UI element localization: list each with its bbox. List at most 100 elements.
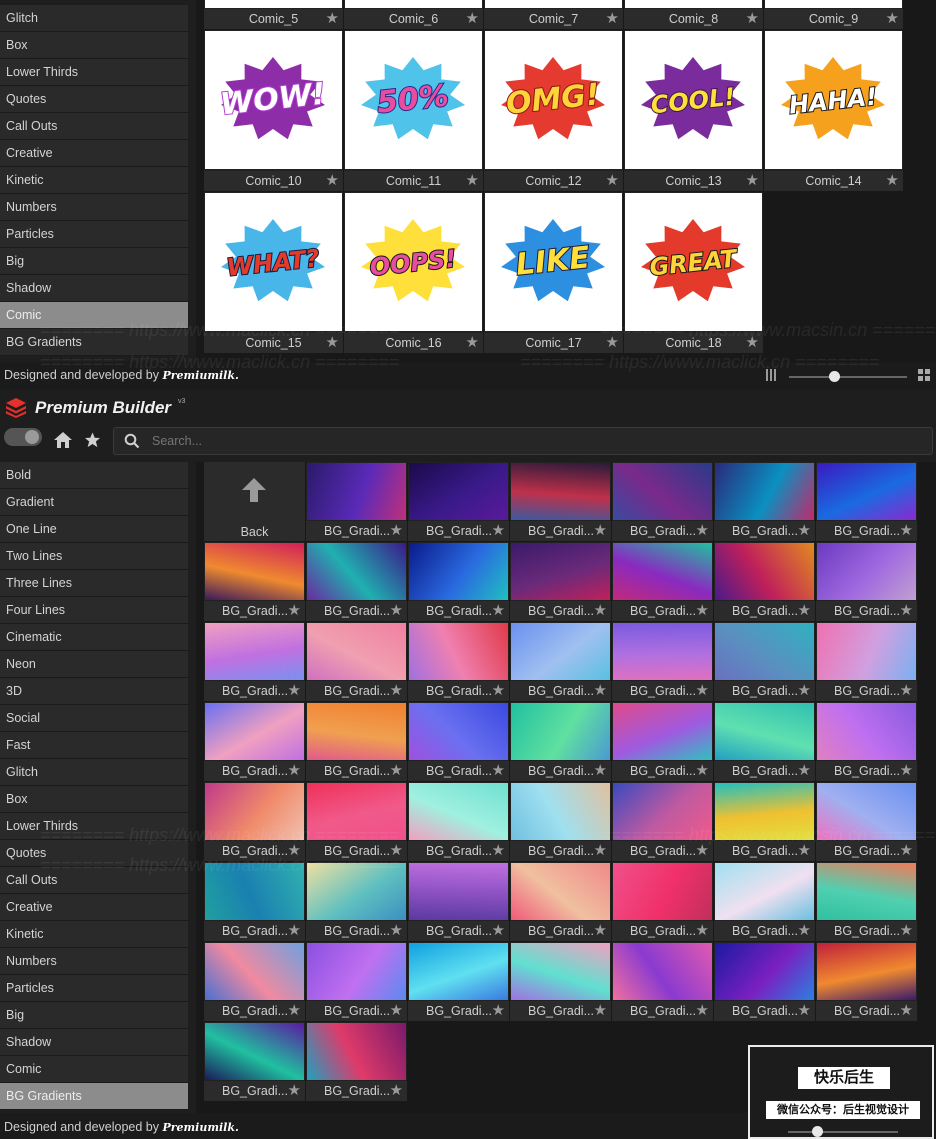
sidebar-item-box[interactable]: Box — [0, 32, 188, 59]
thumb-size-slider[interactable] — [789, 376, 907, 378]
favorite-star-icon[interactable]: ★ — [798, 1003, 811, 1019]
favorite-star-icon[interactable]: ★ — [798, 683, 811, 699]
comic-tile[interactable]: OOPS! Comic_16 ★ — [344, 192, 483, 353]
favorite-star-icon[interactable]: ★ — [288, 603, 301, 619]
bg-gradient-tile[interactable]: BG_Gradi... ★ — [306, 1022, 407, 1101]
comic-tile[interactable]: Comic_7 ★ — [484, 0, 623, 29]
comic-tile[interactable]: Comic_6 ★ — [344, 0, 483, 29]
back-tile[interactable]: Back — [204, 462, 305, 541]
sidebar-item-two-lines[interactable]: Two Lines — [0, 543, 188, 570]
sidebar-item-social[interactable]: Social — [0, 705, 188, 732]
sidebar-item-particles[interactable]: Particles — [0, 975, 188, 1002]
sidebar-item-gradient[interactable]: Gradient — [0, 489, 188, 516]
favorite-star-icon[interactable]: ★ — [288, 683, 301, 699]
sidebar-item-glitch[interactable]: Glitch — [0, 759, 188, 786]
favorite-star-icon[interactable]: ★ — [326, 11, 339, 27]
search-input[interactable] — [150, 431, 914, 451]
favorite-star-icon[interactable]: ★ — [390, 683, 403, 699]
favorite-star-icon[interactable]: ★ — [900, 1003, 913, 1019]
favorite-star-icon[interactable]: ★ — [886, 11, 899, 27]
favorite-star-icon[interactable]: ★ — [466, 173, 479, 189]
sidebar-item-lower-thirds[interactable]: Lower Thirds — [0, 813, 188, 840]
bg-gradient-tile[interactable]: BG_Gradi... ★ — [510, 702, 611, 781]
favorite-star-icon[interactable]: ★ — [594, 923, 607, 939]
bg-gradient-tile[interactable]: BG_Gradi... ★ — [510, 862, 611, 941]
favorite-star-icon[interactable]: ★ — [594, 523, 607, 539]
bg-gradient-tile[interactable]: BG_Gradi... ★ — [306, 622, 407, 701]
favorite-star-icon[interactable]: ★ — [492, 523, 505, 539]
favorite-star-icon[interactable]: ★ — [696, 523, 709, 539]
favorite-star-icon[interactable]: ★ — [594, 683, 607, 699]
favorite-star-icon[interactable]: ★ — [594, 1003, 607, 1019]
bg-gradient-tile[interactable]: BG_Gradi... ★ — [306, 702, 407, 781]
favorite-star-icon[interactable]: ★ — [390, 763, 403, 779]
favorite-star-icon[interactable]: ★ — [900, 843, 913, 859]
favorite-star-icon[interactable]: ★ — [492, 603, 505, 619]
grid-large-icon[interactable] — [918, 369, 931, 382]
bg-gradient-tile[interactable]: BG_Gradi... ★ — [612, 942, 713, 1021]
bg-gradient-tile[interactable]: BG_Gradi... ★ — [306, 782, 407, 861]
favorite-star-icon[interactable]: ★ — [288, 1003, 301, 1019]
bg-gradient-tile[interactable]: BG_Gradi... ★ — [510, 942, 611, 1021]
favorite-star-icon[interactable]: ★ — [696, 1003, 709, 1019]
bg-gradient-tile[interactable]: BG_Gradi... ★ — [408, 462, 509, 541]
sidebar-item-numbers[interactable]: Numbers — [0, 948, 188, 975]
bg-gradient-tile[interactable]: BG_Gradi... ★ — [306, 462, 407, 541]
slider-knob[interactable] — [829, 371, 840, 382]
favorite-star-icon[interactable]: ★ — [492, 763, 505, 779]
bg-gradient-tile[interactable]: BG_Gradi... ★ — [816, 702, 917, 781]
favorite-star-icon[interactable]: ★ — [466, 11, 479, 27]
sidebar-item-comic[interactable]: Comic — [0, 302, 188, 329]
sidebar-item-quotes[interactable]: Quotes — [0, 840, 188, 867]
comic-tile[interactable]: WHAT? Comic_15 ★ — [204, 192, 343, 353]
favorite-star-icon[interactable]: ★ — [746, 173, 759, 189]
sidebar-item-numbers[interactable]: Numbers — [0, 194, 188, 221]
favorite-star-icon[interactable]: ★ — [696, 763, 709, 779]
bg-gradient-tile[interactable]: BG_Gradi... ★ — [306, 942, 407, 1021]
bg-gradient-tile[interactable]: BG_Gradi... ★ — [204, 942, 305, 1021]
sidebar-item-3d[interactable]: 3D — [0, 678, 188, 705]
favorite-star-icon[interactable]: ★ — [326, 335, 339, 351]
favorite-star-icon[interactable]: ★ — [900, 603, 913, 619]
bg-gradient-tile[interactable]: BG_Gradi... ★ — [714, 702, 815, 781]
bg-gradient-tile[interactable]: BG_Gradi... ★ — [714, 782, 815, 861]
favorite-star-icon[interactable]: ★ — [594, 603, 607, 619]
comic-tile[interactable]: OMG! Comic_12 ★ — [484, 30, 623, 191]
bg-gradient-tile[interactable]: BG_Gradi... ★ — [612, 702, 713, 781]
bg-gradient-tile[interactable]: BG_Gradi... ★ — [612, 462, 713, 541]
bg-gradient-tile[interactable]: BG_Gradi... ★ — [714, 622, 815, 701]
favorite-star-icon[interactable]: ★ — [606, 173, 619, 189]
favorite-star-icon[interactable]: ★ — [746, 335, 759, 351]
sidebar-item-kinetic[interactable]: Kinetic — [0, 921, 188, 948]
bg-gradient-tile[interactable]: BG_Gradi... ★ — [510, 542, 611, 621]
sidebar-item-shadow[interactable]: Shadow — [0, 1029, 188, 1056]
comic-tile[interactable]: Comic_5 ★ — [204, 0, 343, 29]
bg-gradient-tile[interactable]: BG_Gradi... ★ — [204, 542, 305, 621]
sidebar-item-big[interactable]: Big — [0, 1002, 188, 1029]
bg-gradient-tile[interactable]: BG_Gradi... ★ — [306, 542, 407, 621]
favorite-star-icon[interactable]: ★ — [696, 603, 709, 619]
bg-gradient-tile[interactable]: BG_Gradi... ★ — [714, 542, 815, 621]
sidebar-item-creative[interactable]: Creative — [0, 140, 188, 167]
bg-gradient-tile[interactable]: BG_Gradi... ★ — [408, 862, 509, 941]
bg-gradient-tile[interactable]: BG_Gradi... ★ — [306, 862, 407, 941]
favorite-star-icon[interactable]: ★ — [606, 335, 619, 351]
comic-tile[interactable]: Comic_8 ★ — [624, 0, 763, 29]
favorite-star-icon[interactable]: ★ — [594, 763, 607, 779]
favorite-star-icon[interactable]: ★ — [390, 1083, 403, 1099]
favorite-star-icon[interactable]: ★ — [492, 923, 505, 939]
grid-small-icon[interactable] — [766, 369, 778, 381]
favorite-star-icon[interactable]: ★ — [390, 523, 403, 539]
bg-gradient-tile[interactable]: BG_Gradi... ★ — [510, 782, 611, 861]
bg-gradient-tile[interactable]: BG_Gradi... ★ — [408, 702, 509, 781]
sidebar-item-call-outs[interactable]: Call Outs — [0, 867, 188, 894]
favorite-star-icon[interactable]: ★ — [606, 11, 619, 27]
sidebar-item-shadow[interactable]: Shadow — [0, 275, 188, 302]
favorite-star-icon[interactable]: ★ — [696, 923, 709, 939]
bg-gradient-tile[interactable]: BG_Gradi... ★ — [612, 862, 713, 941]
bg-gradient-tile[interactable]: BG_Gradi... ★ — [816, 862, 917, 941]
sidebar-item-neon[interactable]: Neon — [0, 651, 188, 678]
bg-gradient-tile[interactable]: BG_Gradi... ★ — [408, 542, 509, 621]
favorite-star-icon[interactable]: ★ — [492, 1003, 505, 1019]
comic-tile[interactable]: COOL! Comic_13 ★ — [624, 30, 763, 191]
